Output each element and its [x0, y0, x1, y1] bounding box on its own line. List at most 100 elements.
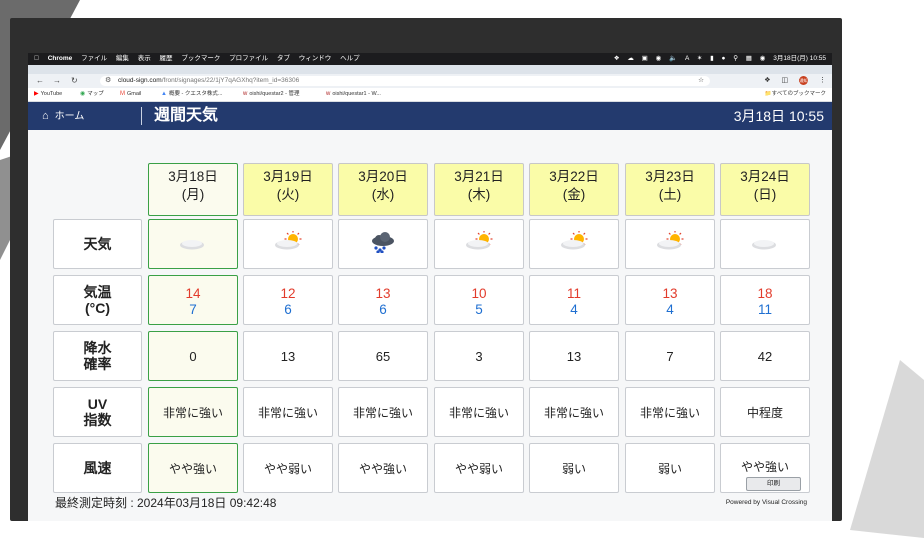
row-label-text: 天気 — [84, 236, 112, 252]
forward-button[interactable]: → — [53, 74, 61, 88]
date-header: 3月18日 (月) — [148, 163, 238, 216]
uv-index-value: 中程度 — [746, 405, 783, 420]
input-source-icon[interactable]: A — [685, 55, 689, 62]
menu-profiles[interactable]: プロファイル — [229, 55, 268, 62]
date-label: 3月23日 — [645, 169, 695, 184]
bluetooth-icon[interactable]: ✶ — [697, 55, 702, 62]
temperature-cell: 14 7 — [148, 275, 238, 325]
menu-help[interactable]: ヘルプ — [340, 55, 360, 62]
url-path: /front/signages/22/1jY7qAGXhq?item_id=36… — [161, 77, 300, 84]
menu-file[interactable]: ファイル — [81, 55, 107, 62]
control-center-icon[interactable]: ▦ — [746, 55, 752, 62]
app-header: ⌂ ホーム 週間天気 3月18日 10:55 — [28, 102, 832, 130]
monitor-frame:  Chrome ファイル 編集 表示 履歴 ブックマーク プロファイル タブ … — [10, 18, 842, 521]
uv-index-cell: 非常に強い — [434, 387, 524, 437]
menu-history[interactable]: 履歴 — [160, 55, 173, 62]
bookmark-maps[interactable]: ◉ マップ — [80, 88, 104, 101]
home-link[interactable]: ⌂ ホーム — [42, 102, 84, 131]
print-button[interactable]: 印刷 — [746, 477, 801, 491]
bookmark-star-icon[interactable]: ☆ — [698, 76, 704, 86]
bookmark-label: oishi/questar2 - 管理 — [249, 91, 300, 97]
menu-dots-icon[interactable]: ⋮ — [819, 77, 826, 84]
temperature-cell: 11 4 — [529, 275, 619, 325]
sun-behind-cloud-icon — [653, 230, 687, 258]
row-label-text: 気温 (°C) — [84, 284, 112, 316]
day-of-week-label: (火) — [276, 187, 300, 202]
apple-icon[interactable]:  — [34, 55, 39, 62]
wind-speed-value: やや弱い — [454, 461, 503, 476]
menu-tab[interactable]: タブ — [277, 55, 290, 62]
row-label-uv-index: UV 指数 — [53, 387, 142, 437]
weather-cell — [434, 219, 524, 269]
row-label-line: 降水 — [83, 340, 112, 356]
menu-app-name[interactable]: Chrome — [48, 55, 73, 62]
spotlight-icon[interactable]: ⚲ — [733, 55, 738, 62]
day-of-week-label: (金) — [562, 187, 586, 202]
bookmark-questar2[interactable]: w oishi/questar2 - 管理 — [243, 88, 299, 101]
row-label-line: 風速 — [83, 460, 112, 476]
row-label-text: UV 指数 — [84, 396, 112, 428]
bookmark-label: 概要 - クエスタ株式... — [168, 91, 223, 97]
mac-menu-bar:  Chrome ファイル 編集 表示 履歴 ブックマーク プロファイル タブ … — [28, 53, 832, 65]
menu-view[interactable]: 表示 — [138, 55, 151, 62]
menu-edit[interactable]: 編集 — [116, 55, 129, 62]
wind-speed-value: 弱い — [657, 461, 682, 476]
date-header: 3月21日 (木) — [434, 163, 524, 216]
drive-icon: ▲ — [161, 91, 167, 97]
bookmark-overview[interactable]: ▲ 概要 - クエスタ株式... — [161, 88, 222, 101]
wind-speed-cell: やや強い — [338, 443, 428, 493]
address-bar-row: ← → ↻ ⚙ cloud-sign.com/front/signages/22… — [28, 74, 832, 88]
home-label: ホーム — [54, 111, 85, 122]
uv-index-value: 非常に強い — [257, 405, 318, 420]
side-panel-icon[interactable]: ◫ — [781, 77, 788, 84]
bookmark-questar1[interactable]: w oishi/questar1 - W... — [326, 88, 381, 101]
date-label: 3月24日 — [740, 169, 790, 184]
all-bookmarks[interactable]: 📁すべてのブックマーク — [765, 88, 826, 101]
site-info-icon[interactable]: ⚙ — [105, 76, 111, 86]
weather-cell — [148, 219, 238, 269]
uv-index-value: 非常に強い — [162, 405, 223, 420]
wind-speed-value: やや弱い — [263, 461, 312, 476]
weather-cell — [529, 219, 619, 269]
low-temperature: 4 — [666, 302, 674, 317]
bookmark-gmail[interactable]: M Gmail — [120, 88, 141, 101]
uv-index-cell: 中程度 — [720, 387, 810, 437]
dropbox-icon[interactable]: ❖ — [614, 55, 620, 62]
date-header: 3月23日 (土) — [625, 163, 715, 216]
status-icon[interactable]: ▣ — [642, 55, 648, 62]
home-icon: ⌂ — [42, 110, 49, 122]
precipitation-value: 42 — [757, 348, 773, 364]
volume-icon[interactable]: 🔈 — [669, 55, 677, 62]
precipitation-cell: 0 — [148, 331, 238, 381]
precipitation-cell: 65 — [338, 331, 428, 381]
address-bar[interactable]: ⚙ cloud-sign.com/front/signages/22/1jY7q… — [100, 76, 710, 86]
chrome-status-icon[interactable]: ◉ — [656, 55, 662, 62]
sun-behind-cloud-icon — [462, 230, 496, 258]
wind-speed-cell: やや強い — [148, 443, 238, 493]
wind-speed-cell: やや弱い — [243, 443, 333, 493]
uv-index-cell: 非常に強い — [529, 387, 619, 437]
date-header: 3月22日 (金) — [529, 163, 619, 216]
cloud-icon[interactable]: ☁ — [627, 55, 634, 62]
reload-button[interactable]: ↻ — [71, 74, 78, 88]
precipitation-value: 3 — [475, 348, 483, 364]
uv-index-value: 非常に強い — [639, 405, 700, 420]
youtube-icon: ▶ — [34, 91, 39, 97]
back-button[interactable]: ← — [36, 74, 44, 88]
siri-icon[interactable]: ◉ — [760, 55, 766, 62]
profile-avatar[interactable]: 通知 — [799, 75, 809, 85]
cloud-icon — [748, 231, 782, 258]
extensions-icon[interactable]: ❖ — [764, 77, 770, 84]
all-bookmarks-label: すべてのブックマーク — [771, 91, 826, 97]
bookmark-youtube[interactable]: ▶ YouTube — [34, 88, 62, 101]
row-label-line: 天気 — [83, 236, 112, 252]
screen:  Chrome ファイル 編集 表示 履歴 ブックマーク プロファイル タブ … — [28, 53, 832, 521]
wifi-icon[interactable]: ● — [721, 55, 725, 62]
uv-index-value: 非常に強い — [448, 405, 509, 420]
menu-bookmarks[interactable]: ブックマーク — [181, 55, 220, 62]
menubar-clock[interactable]: 3月18日(月) 10:55 — [773, 55, 826, 62]
menu-window[interactable]: ウィンドウ — [299, 55, 332, 62]
battery-icon[interactable]: ▮ — [710, 55, 714, 62]
high-temperature: 14 — [185, 286, 201, 301]
row-label-line: 確率 — [83, 356, 112, 372]
